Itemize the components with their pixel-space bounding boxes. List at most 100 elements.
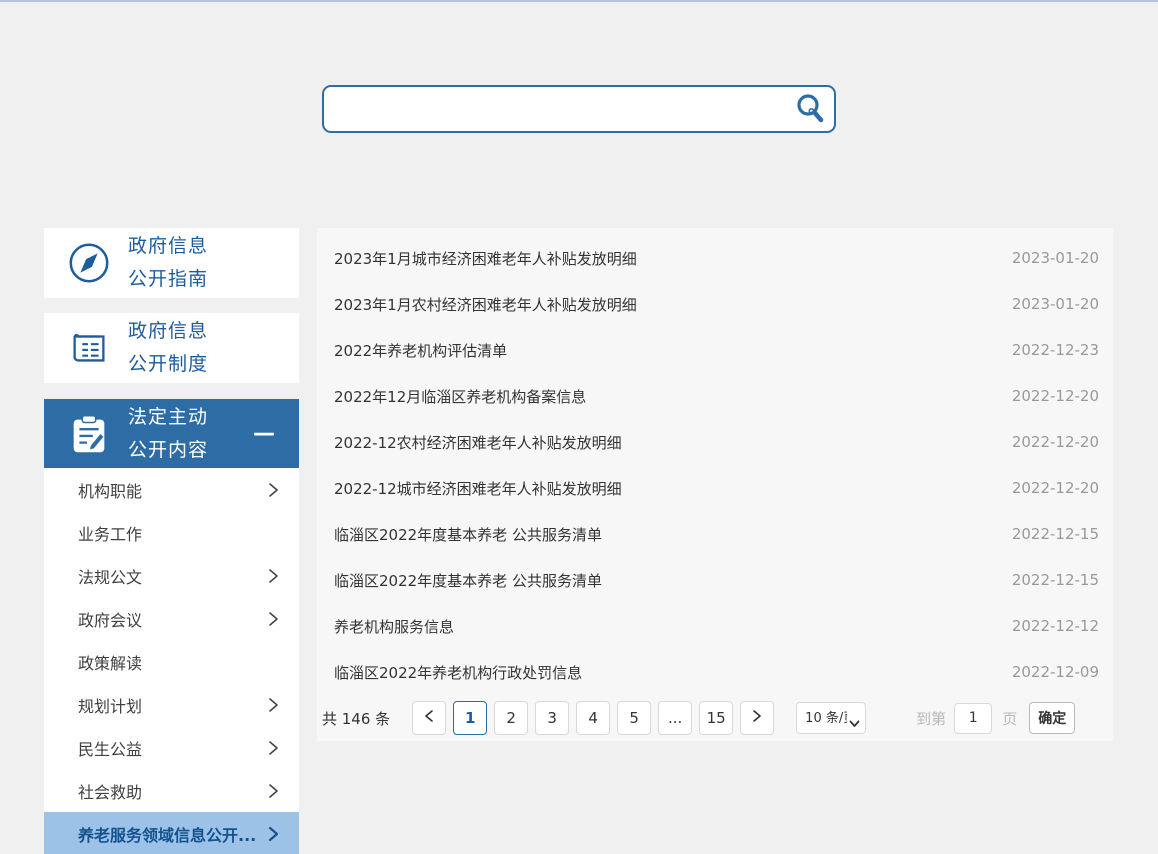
page-number-label: 4: [588, 709, 598, 727]
search-input[interactable]: [322, 85, 836, 133]
sidebar-menu-label: 养老服务领域信息公开...: [78, 822, 256, 846]
list-item: 2023年1月农村经济困难老年人补贴发放明细 2023-01-20: [317, 281, 1113, 327]
list-item: 2022年12月临淄区养老机构备案信息 2022-12-20: [317, 373, 1113, 419]
document-link[interactable]: 临淄区2022年度基本养老 公共服务清单: [334, 570, 602, 591]
document-link[interactable]: 临淄区2022年度基本养老 公共服务清单: [334, 524, 602, 545]
list-item: 2023年1月城市经济困难老年人补贴发放明细 2023-01-20: [317, 235, 1113, 281]
document-date: 2023-01-20: [1012, 249, 1099, 267]
document-link[interactable]: 临淄区2022年养老机构行政处罚信息: [334, 662, 582, 683]
sidebar-item-legal-text: 法定主动 公开内容: [128, 401, 208, 467]
prev-page-button[interactable]: [412, 701, 446, 735]
chevron-right-icon: [268, 826, 279, 842]
search-icon: [794, 112, 826, 127]
document-link[interactable]: 2023年1月城市经济困难老年人补贴发放明细: [334, 248, 637, 269]
list-item: 养老机构服务信息 2022-12-12: [317, 603, 1113, 649]
search-bar: [322, 85, 836, 133]
page-number-label: 3: [547, 709, 557, 727]
list-item: 2022年养老机构评估清单 2022-12-23: [317, 327, 1113, 373]
collapse-minus-icon[interactable]: —: [253, 423, 275, 445]
sidebar-submenu: 机构职能 业务工作 法规公文: [44, 468, 299, 854]
document-link[interactable]: 2022年12月临淄区养老机构备案信息: [334, 386, 586, 407]
sidebar-menu-item[interactable]: 政府会议: [44, 597, 299, 640]
document-date: 2022-12-20: [1012, 433, 1099, 451]
chevron-right-icon: [268, 697, 279, 713]
sidebar-menu-label: 规划计划: [78, 693, 142, 717]
document-link[interactable]: 2022-12城市经济困难老年人补贴发放明细: [334, 478, 622, 499]
page-number-label: 15: [707, 709, 726, 727]
chevron-right-icon: [268, 740, 279, 756]
top-accent-line: [0, 0, 1158, 2]
sidebar-item-guide[interactable]: 政府信息 公开指南: [44, 228, 299, 298]
document-link[interactable]: 2022年养老机构评估清单: [334, 340, 507, 361]
sidebar-menu-item[interactable]: 养老服务领域信息公开...: [44, 812, 299, 854]
sidebar-menu-item[interactable]: 规划计划: [44, 683, 299, 726]
document-date: 2023-01-20: [1012, 295, 1099, 313]
document-date: 2022-12-20: [1012, 387, 1099, 405]
page-number-button[interactable]: 5: [617, 701, 651, 735]
compass-icon: [66, 240, 112, 286]
sidebar-menu-item[interactable]: 民生公益: [44, 726, 299, 769]
chevron-right-icon: [268, 783, 279, 799]
page-number-button[interactable]: 2: [494, 701, 528, 735]
sidebar-menu-item[interactable]: 机构职能: [44, 468, 299, 511]
legal-line2: 公开内容: [128, 434, 208, 467]
document-list-icon: [66, 325, 112, 371]
sidebar-menu-label: 业务工作: [78, 521, 142, 545]
sidebar-item-legal-disclosure[interactable]: 法定主动 公开内容 —: [44, 399, 299, 468]
document-date: 2022-12-15: [1012, 571, 1099, 589]
sidebar-menu-label: 民生公益: [78, 736, 142, 760]
list-item: 临淄区2022年度基本养老 公共服务清单 2022-12-15: [317, 511, 1113, 557]
chevron-right-icon: [268, 568, 279, 584]
page-number-label: ...: [668, 709, 682, 727]
document-list: 2023年1月城市经济困难老年人补贴发放明细 2023-01-20 2023年1…: [317, 235, 1113, 695]
search-button[interactable]: [792, 92, 828, 126]
sidebar-menu-label: 机构职能: [78, 478, 142, 502]
sidebar-item-guide-text: 政府信息 公开指南: [128, 230, 208, 296]
confirm-button[interactable]: 确定: [1029, 702, 1075, 734]
goto-page-suffix: 页: [1002, 708, 1017, 729]
list-item: 2022-12农村经济困难老年人补贴发放明细 2022-12-20: [317, 419, 1113, 465]
guide-line1: 政府信息: [128, 230, 208, 263]
chevron-right-icon: [268, 611, 279, 627]
clipboard-pen-icon: [66, 411, 112, 457]
page: 政府信息 公开指南 政府信息 公开制度: [0, 0, 1158, 854]
chevron-left-icon: [424, 709, 434, 727]
page-number-button[interactable]: 15: [699, 701, 733, 735]
sidebar-menu-item[interactable]: 业务工作: [44, 511, 299, 554]
content-panel: 2023年1月城市经济困难老年人补贴发放明细 2023-01-20 2023年1…: [317, 228, 1113, 741]
total-count-label: 共 146 条: [322, 708, 390, 729]
list-item: 2022-12城市经济困难老年人补贴发放明细 2022-12-20: [317, 465, 1113, 511]
document-date: 2022-12-23: [1012, 341, 1099, 359]
sidebar-menu-item[interactable]: 政策解读: [44, 640, 299, 683]
page-number-button[interactable]: 1: [453, 701, 487, 735]
page-number-button[interactable]: 3: [535, 701, 569, 735]
document-link[interactable]: 养老机构服务信息: [334, 616, 454, 637]
goto-page-input[interactable]: [954, 703, 992, 734]
document-link[interactable]: 2022-12农村经济困难老年人补贴发放明细: [334, 432, 622, 453]
document-date: 2022-12-12: [1012, 617, 1099, 635]
page-number-label: 2: [506, 709, 516, 727]
page-number-label: 5: [629, 709, 639, 727]
page-number-button[interactable]: ...: [658, 701, 692, 735]
sidebar-menu-label: 政策解读: [78, 650, 142, 674]
page-number-button[interactable]: 4: [576, 701, 610, 735]
page-size-wrap: 10 条/页: [796, 702, 866, 734]
document-link[interactable]: 2023年1月农村经济困难老年人补贴发放明细: [334, 294, 637, 315]
sidebar-item-system-text: 政府信息 公开制度: [128, 315, 208, 381]
next-page-button[interactable]: [740, 701, 774, 735]
page-buttons: 1 2 3 4 5: [453, 701, 740, 735]
chevron-right-icon: [268, 482, 279, 498]
system-line2: 公开制度: [128, 348, 208, 381]
pagination-bar: 共 146 条 1 2: [322, 695, 1100, 741]
legal-line1: 法定主动: [128, 401, 208, 434]
sidebar-menu-item[interactable]: 法规公文: [44, 554, 299, 597]
sidebar-menu-item[interactable]: 社会救助: [44, 769, 299, 812]
sidebar-menu-label: 政府会议: [78, 607, 142, 631]
document-date: 2022-12-20: [1012, 479, 1099, 497]
page-size-select[interactable]: 10 条/页: [796, 702, 866, 734]
system-line1: 政府信息: [128, 315, 208, 348]
sidebar-item-system[interactable]: 政府信息 公开制度: [44, 313, 299, 383]
goto-page-prefix: 到第: [916, 708, 946, 729]
sidebar-menu-label: 法规公文: [78, 564, 142, 588]
list-item: 临淄区2022年度基本养老 公共服务清单 2022-12-15: [317, 557, 1113, 603]
